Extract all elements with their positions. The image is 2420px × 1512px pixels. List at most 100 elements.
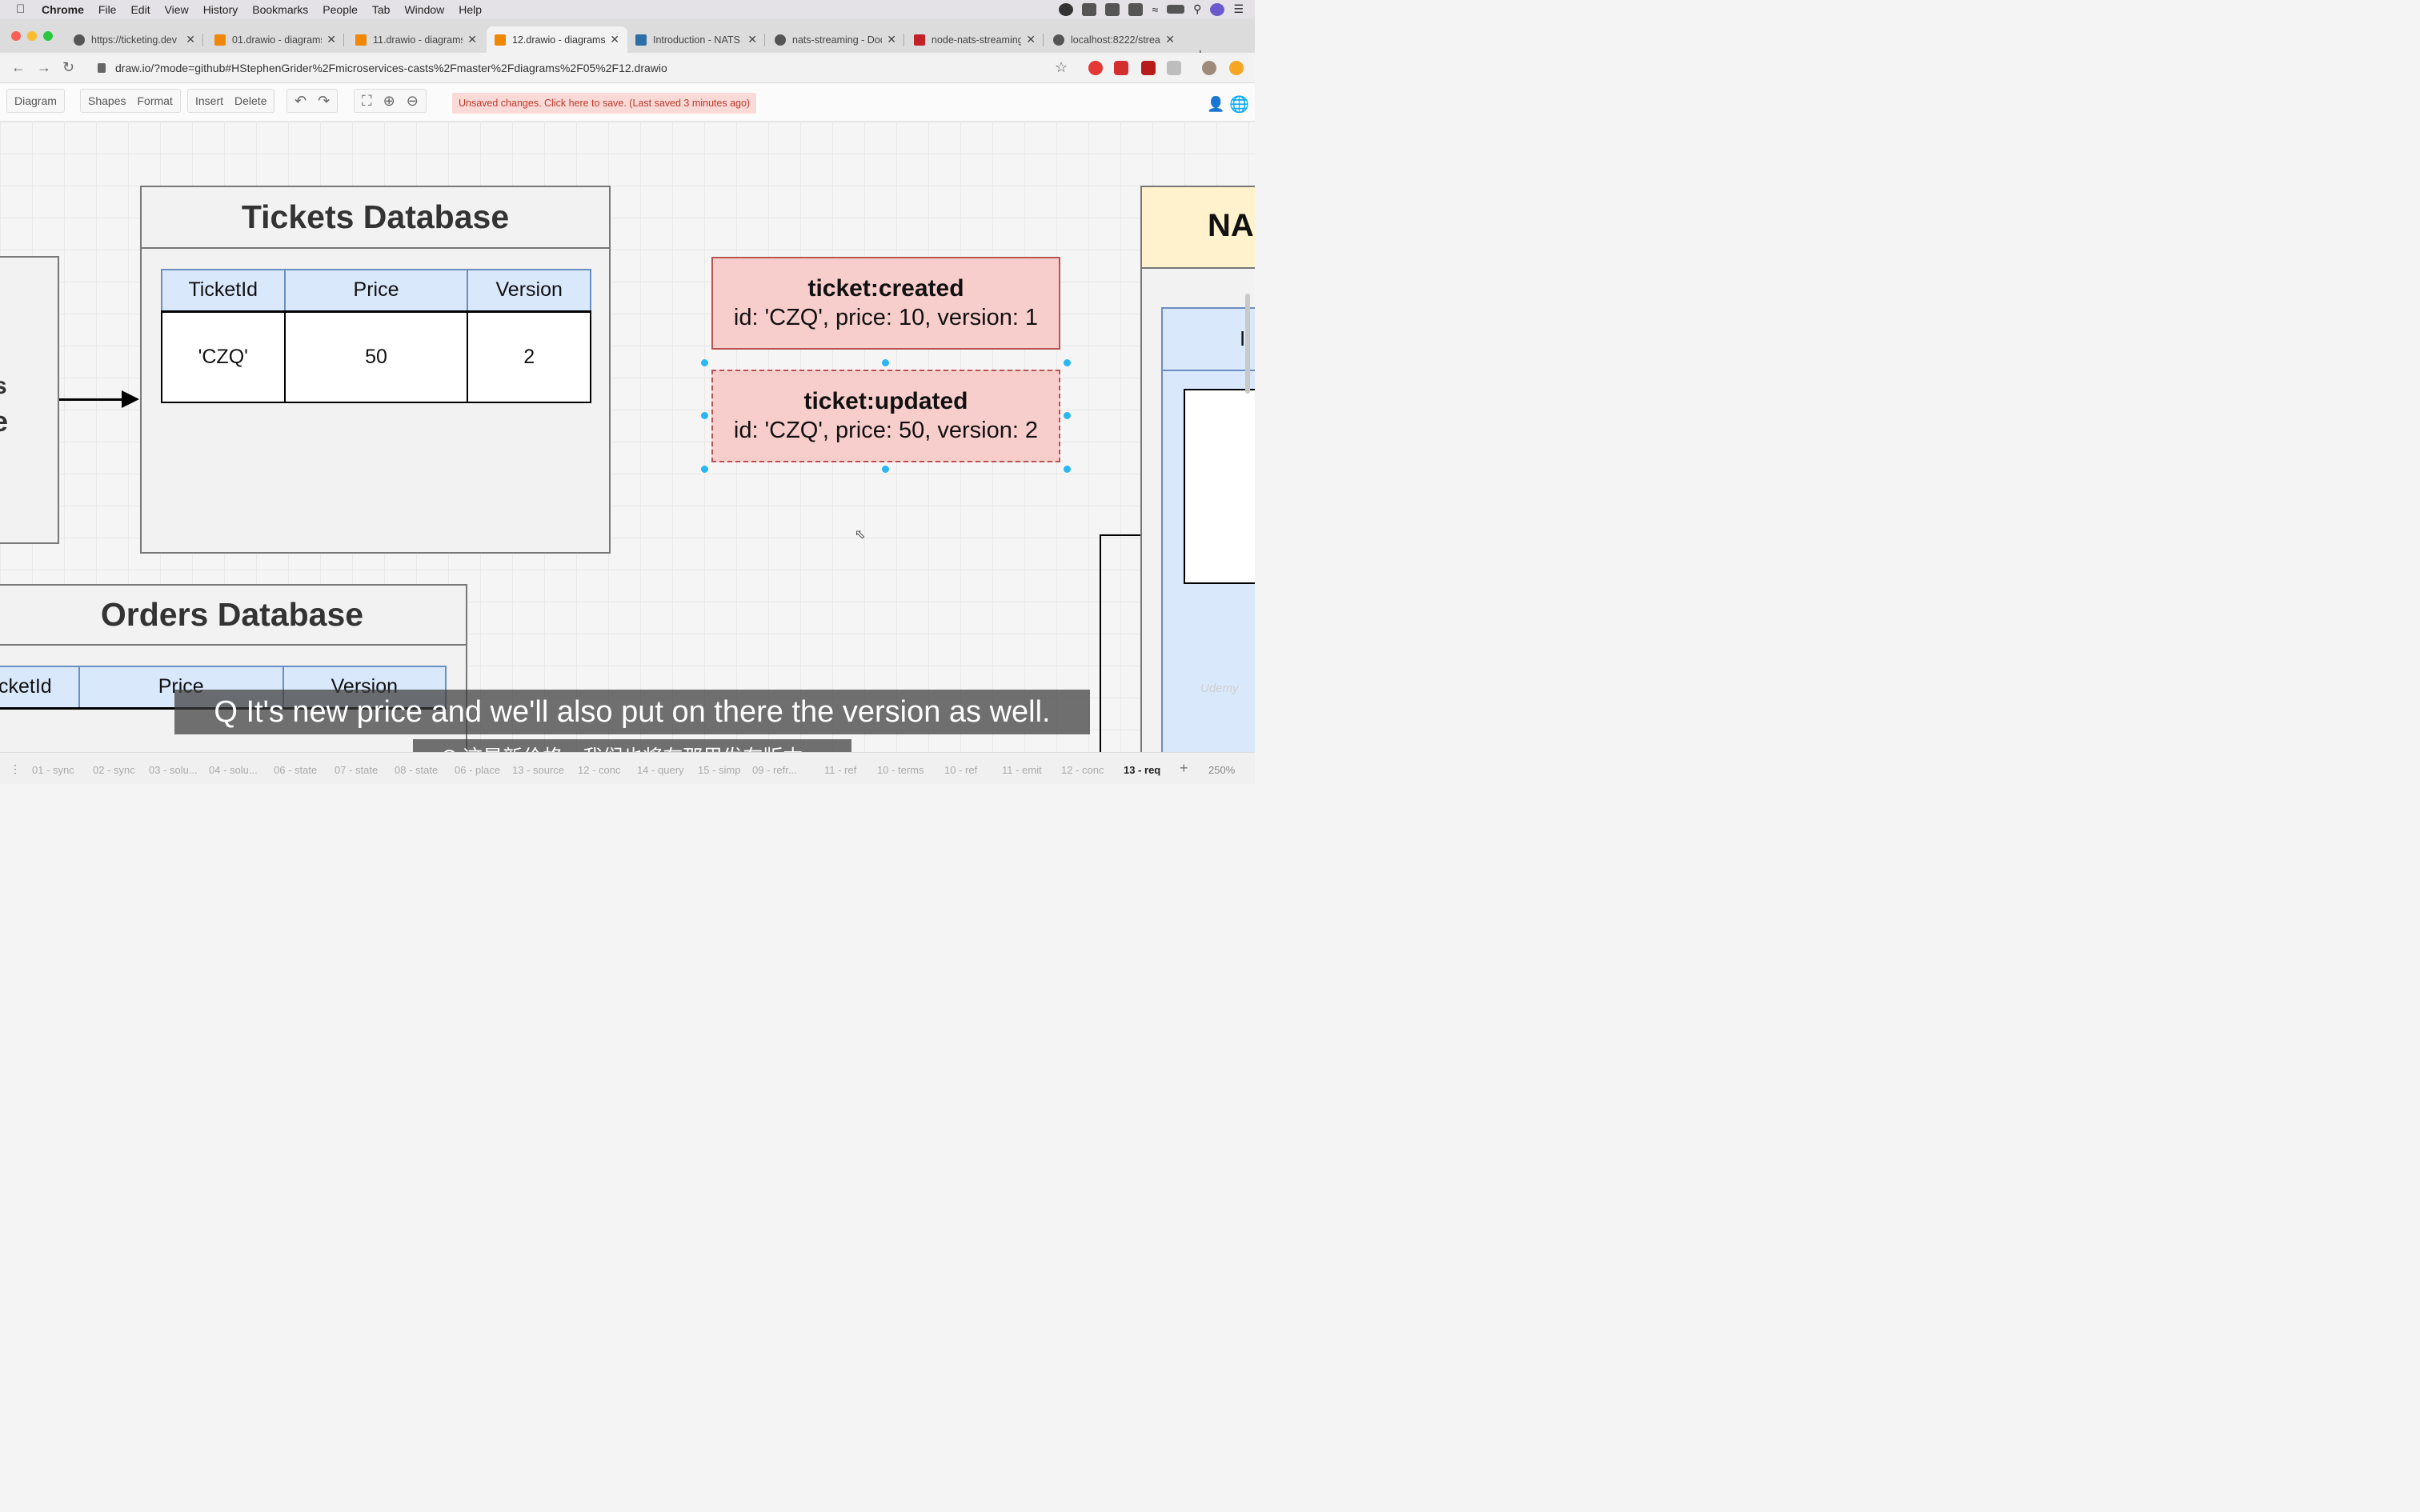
diagram-menu-button[interactable]: Diagram xyxy=(14,94,57,107)
resize-handle[interactable] xyxy=(882,466,889,473)
glasses-icon[interactable] xyxy=(1128,2,1144,16)
page-tab-active[interactable]: 13 - req xyxy=(1124,764,1160,776)
page-tab[interactable]: 02 - sync xyxy=(93,764,135,776)
delete-button[interactable]: Delete xyxy=(234,94,266,107)
zoom-out-icon[interactable]: ⊖ xyxy=(407,93,419,110)
user-icon[interactable]: 👤 xyxy=(1207,96,1224,113)
menu-file[interactable]: File xyxy=(98,3,117,16)
undo-icon[interactable]: ↶ xyxy=(294,93,307,110)
page-tab[interactable]: 12 - conc xyxy=(1061,764,1104,776)
browser-tab[interactable]: localhost:8222/streaming ✕ xyxy=(1045,26,1183,53)
connector-arrow[interactable] xyxy=(59,398,126,401)
lock-icon[interactable] xyxy=(98,63,106,73)
bookmark-star-icon[interactable]: ☆ xyxy=(1055,59,1068,76)
tab-close-icon[interactable]: ✕ xyxy=(186,33,195,46)
reader-list-icon[interactable] xyxy=(1167,61,1181,75)
extension-icon[interactable] xyxy=(1114,61,1128,75)
forward-arrow-icon[interactable]: → xyxy=(37,59,51,76)
menu-window[interactable]: Window xyxy=(404,3,444,16)
diagram-canvas[interactable]: s e Tickets Database TicketId Price Vers… xyxy=(0,122,1255,752)
shield-extension-icon[interactable] xyxy=(1141,61,1156,75)
tickets-table[interactable]: TicketId Price Version 'CZQ' 50 2 xyxy=(161,269,591,403)
siri-icon[interactable] xyxy=(1210,2,1225,16)
page-tab[interactable]: 12 - conc xyxy=(578,764,620,776)
browser-tab[interactable]: node-nats-streaming ✕ xyxy=(906,26,1044,53)
format-button[interactable]: Format xyxy=(137,94,172,107)
resize-handle[interactable] xyxy=(1064,359,1071,366)
tab-close-icon[interactable]: ✕ xyxy=(467,33,477,46)
notification-center-icon[interactable]: ☰ xyxy=(1233,2,1244,16)
page-tab[interactable]: 15 - simp xyxy=(698,764,740,776)
spotlight-search-icon[interactable]: ⚲ xyxy=(1193,2,1201,16)
docker-icon[interactable] xyxy=(1105,2,1120,16)
url-text[interactable]: draw.io/?mode=github#HStephenGrider%2Fmi… xyxy=(115,62,667,74)
creative-cloud-icon[interactable] xyxy=(1059,2,1074,16)
menu-help[interactable]: Help xyxy=(459,3,482,16)
menu-people[interactable]: People xyxy=(323,3,358,16)
menu-tab[interactable]: Tab xyxy=(372,3,391,16)
update-status-icon[interactable] xyxy=(1229,61,1244,75)
opera-extension-icon[interactable] xyxy=(1088,61,1103,75)
zoom-window-button[interactable] xyxy=(43,31,53,41)
resize-handle[interactable] xyxy=(1064,412,1071,419)
ticket-updated-event[interactable]: ticket:updated id: 'CZQ', price: 50, ver… xyxy=(711,370,1060,462)
page-tab[interactable]: 09 - refr... xyxy=(752,764,797,776)
browser-tab[interactable]: 11.drawio - diagrams.net ✕ xyxy=(347,26,485,53)
tab-close-icon[interactable]: ✕ xyxy=(610,33,619,46)
apple-menu-icon[interactable]:  xyxy=(16,2,30,16)
page-tab[interactable]: 03 - solu... xyxy=(149,764,198,776)
tab-close-icon[interactable]: ✕ xyxy=(747,33,757,46)
page-tab[interactable]: 04 - solu... xyxy=(209,764,258,776)
page-tab[interactable]: 10 - ref xyxy=(944,764,977,776)
nats-event-box[interactable] xyxy=(1184,389,1255,584)
shapes-button[interactable]: Shapes xyxy=(88,94,126,107)
event-body[interactable]: id: 'CZQ', price: 50, version: 2 xyxy=(713,416,1059,445)
page-tab[interactable]: 11 - emit xyxy=(1002,764,1042,776)
tickets-database-box[interactable]: Tickets Database TicketId Price Version … xyxy=(140,186,611,554)
zoom-level[interactable]: 250% xyxy=(1208,764,1235,776)
page-menu-icon[interactable]: ⋮ xyxy=(10,762,21,776)
wifi-icon[interactable]: ≈ xyxy=(1152,3,1158,16)
browser-tab[interactable]: https://ticketing.dev ✕ xyxy=(66,26,203,53)
tab-close-icon[interactable]: ✕ xyxy=(1165,33,1175,46)
page-tab[interactable]: 06 - state xyxy=(274,764,317,776)
page-tab[interactable]: 10 - terms xyxy=(877,764,924,776)
menu-bookmarks[interactable]: Bookmarks xyxy=(252,3,308,16)
service-box-partial[interactable]: s e xyxy=(0,256,59,544)
tab-close-icon[interactable]: ✕ xyxy=(327,33,336,46)
browser-tab-active[interactable]: 12.drawio - diagrams.net ✕ xyxy=(487,26,627,53)
page-tab[interactable]: 08 - state xyxy=(395,764,438,776)
back-arrow-icon[interactable]: ← xyxy=(11,59,26,76)
connector-line[interactable] xyxy=(1100,534,1101,752)
page-tab[interactable]: 13 - source xyxy=(512,764,564,776)
zoom-in-icon[interactable]: ⊕ xyxy=(383,93,395,110)
minimize-window-button[interactable] xyxy=(27,31,37,41)
menu-app-name[interactable]: Chrome xyxy=(42,3,84,16)
tab-close-icon[interactable]: ✕ xyxy=(887,33,896,46)
vertical-scrollbar[interactable] xyxy=(1245,294,1250,394)
profile-avatar[interactable] xyxy=(1202,61,1216,75)
address-bar[interactable]: draw.io/?mode=github#HStephenGrider%2Fmi… xyxy=(86,56,1079,80)
add-page-button[interactable]: + xyxy=(1180,760,1188,777)
menu-edit[interactable]: Edit xyxy=(130,3,150,16)
menu-history[interactable]: History xyxy=(203,3,238,16)
ticket-created-event[interactable]: ticket:created id: 'CZQ', price: 10, ver… xyxy=(711,257,1060,350)
tab-close-icon[interactable]: ✕ xyxy=(1026,33,1036,46)
page-tab[interactable]: 11 - ref xyxy=(824,764,856,776)
page-tab[interactable]: 06 - place xyxy=(455,764,500,776)
resize-handle[interactable] xyxy=(701,466,708,473)
page-tab[interactable]: 07 - state xyxy=(335,764,378,776)
battery-icon[interactable] xyxy=(1167,5,1185,14)
browser-tab[interactable]: 01.drawio - diagrams.net ✕ xyxy=(206,26,344,53)
browser-tab[interactable]: nats-streaming - Docker ✕ xyxy=(767,26,904,53)
browser-tab[interactable]: Introduction - NATS ✕ xyxy=(627,26,765,53)
resize-handle[interactable] xyxy=(701,359,708,366)
nats-streaming-box[interactable]: NA I xyxy=(1140,186,1255,752)
language-globe-icon[interactable]: 🌐 xyxy=(1229,94,1249,114)
resize-handle[interactable] xyxy=(701,412,708,419)
reload-icon[interactable]: ↻ xyxy=(62,59,74,76)
resize-handle[interactable] xyxy=(1064,466,1071,473)
resize-handle[interactable] xyxy=(882,359,889,366)
page-tab[interactable]: 14 - query xyxy=(637,764,684,776)
sync-icon[interactable] xyxy=(1082,2,1097,16)
